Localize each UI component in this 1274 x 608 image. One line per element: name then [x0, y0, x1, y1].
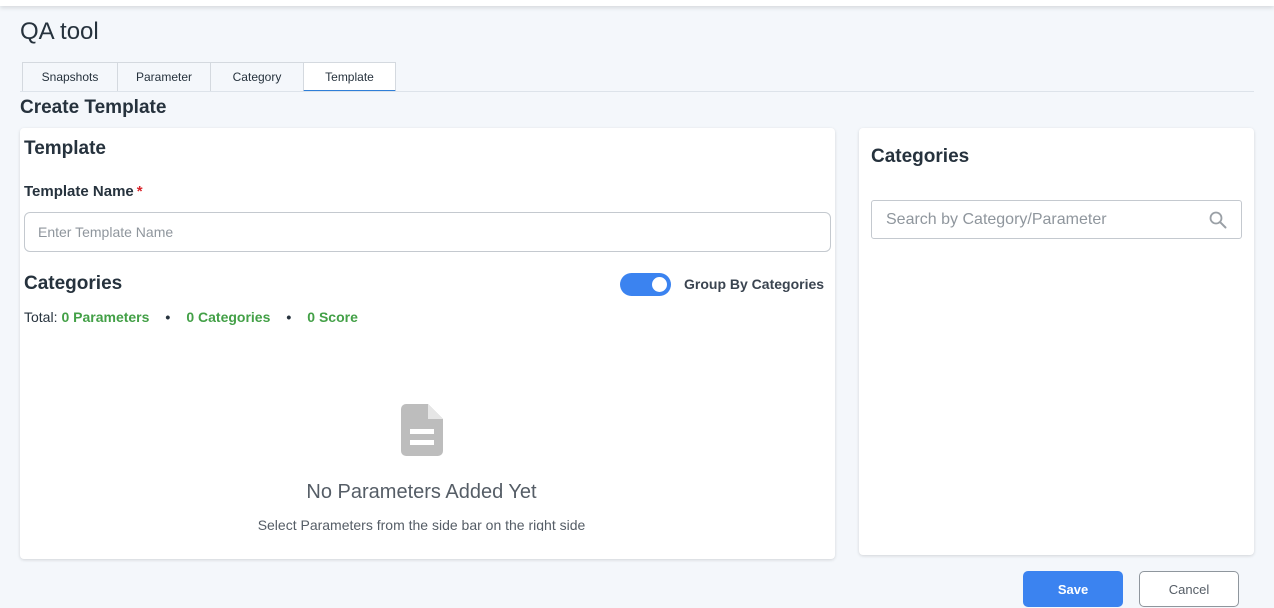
- totals-label: Total:: [24, 309, 58, 325]
- document-icon: [401, 404, 443, 456]
- app-title: QA tool: [20, 18, 99, 45]
- cancel-button[interactable]: Cancel: [1139, 571, 1239, 607]
- tab-snapshots[interactable]: Snapshots: [22, 62, 117, 92]
- required-mark: *: [136, 183, 143, 200]
- save-button[interactable]: Save: [1023, 571, 1123, 607]
- template-name-label-text: Template Name: [24, 183, 134, 200]
- tab-divider: [20, 91, 1254, 92]
- toggle-knob: [652, 277, 667, 292]
- template-name-input[interactable]: [24, 212, 831, 252]
- totals-summary: Total: 0 Parameters • 0 Categories • 0 S…: [24, 309, 358, 325]
- category-search-input[interactable]: [873, 202, 1193, 237]
- total-categories: 0 Categories: [186, 309, 271, 325]
- group-by-categories-toggle[interactable]: [620, 273, 671, 296]
- tab-template[interactable]: Template: [303, 62, 396, 92]
- page-heading: Create Template: [20, 97, 167, 118]
- total-parameters: 0 Parameters: [61, 309, 150, 325]
- category-search-box: [871, 200, 1242, 239]
- totals-separator: •: [165, 309, 171, 325]
- template-card-title: Template: [24, 138, 107, 159]
- tab-parameter[interactable]: Parameter: [117, 62, 210, 92]
- categories-heading: Categories: [24, 273, 123, 294]
- search-icon[interactable]: [1209, 211, 1227, 229]
- total-score: 0 Score: [307, 309, 358, 325]
- tab-category[interactable]: Category: [210, 62, 303, 92]
- top-bar: [0, 0, 1274, 6]
- empty-state-subtitle: Select Parameters from the side bar on t…: [257, 517, 586, 531]
- categories-panel: Categories: [859, 128, 1254, 555]
- template-card: Template Template Name* Categories Group…: [20, 128, 835, 559]
- group-by-categories-label: Group By Categories: [684, 276, 825, 292]
- tab-bar: Snapshots Parameter Category Template: [22, 62, 396, 92]
- categories-panel-title: Categories: [871, 146, 970, 167]
- totals-separator: •: [286, 309, 292, 325]
- template-name-label: Template Name *: [24, 183, 143, 200]
- empty-state-title: No Parameters Added Yet: [306, 481, 537, 503]
